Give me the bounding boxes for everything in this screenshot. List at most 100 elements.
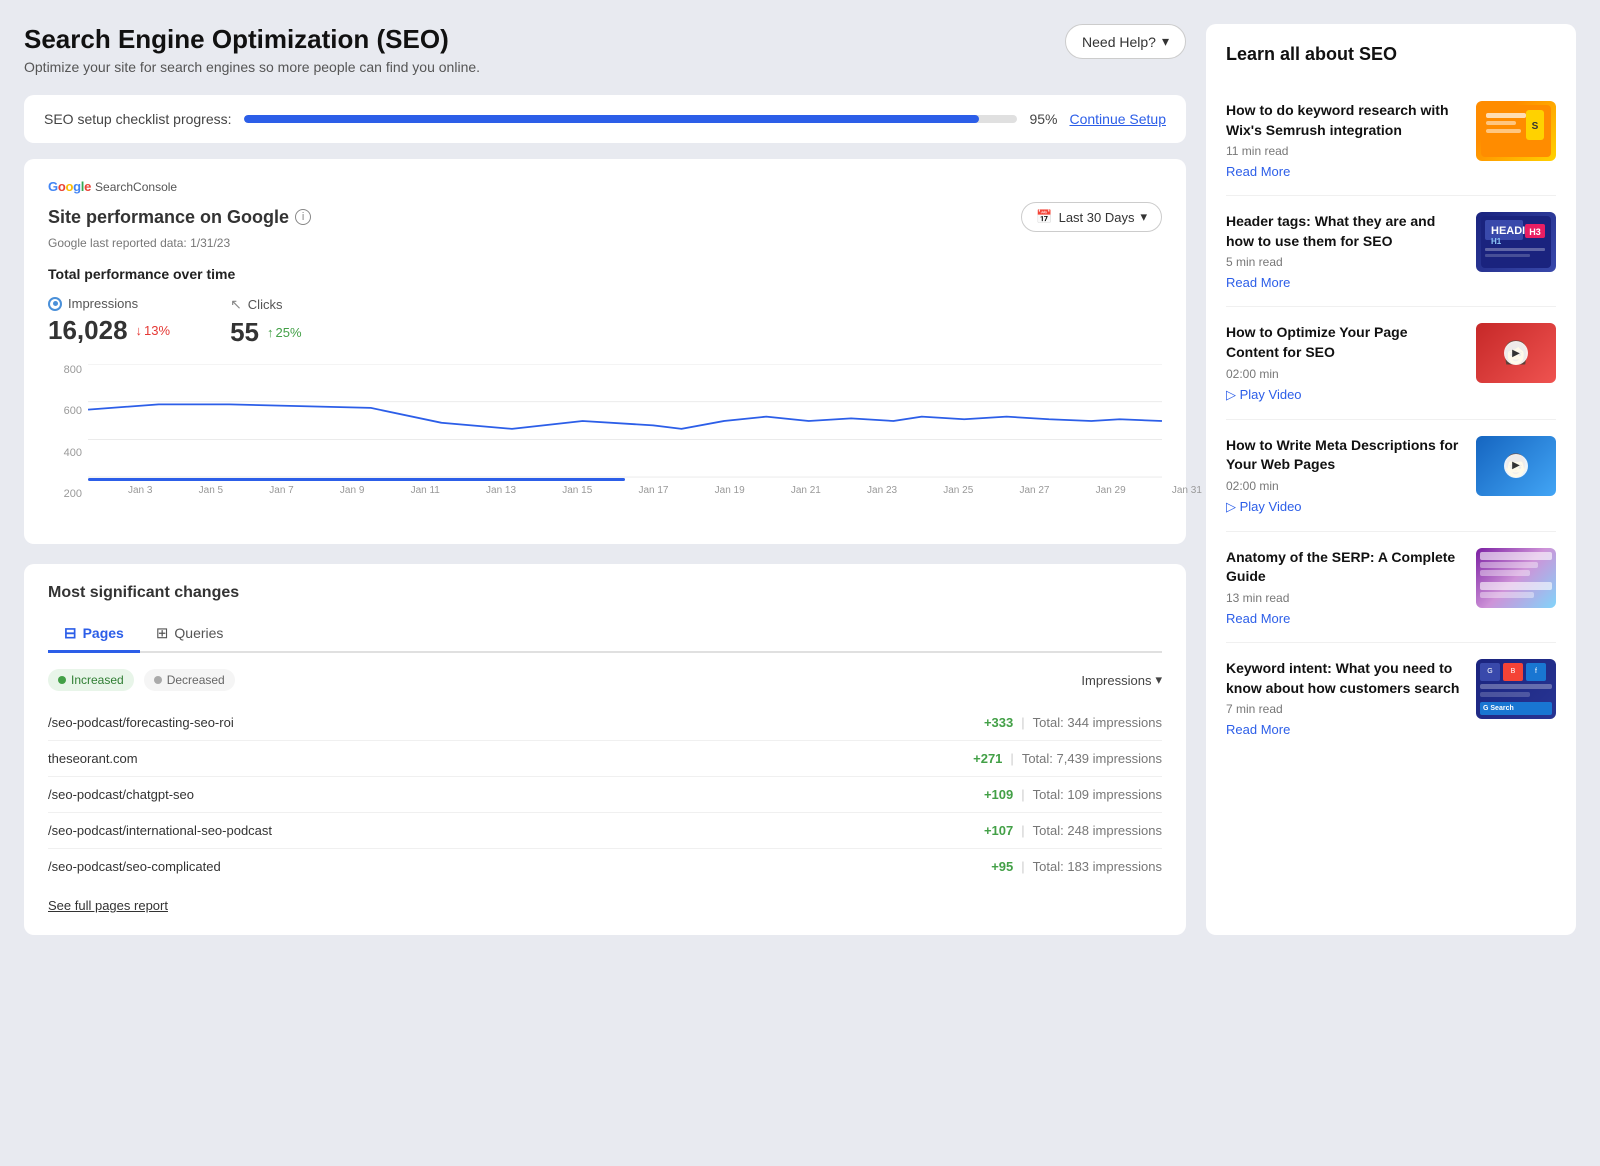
row-stats: +107 | Total: 248 impressions — [984, 823, 1162, 838]
learn-item-4: Anatomy of the SERP: A Complete Guide 13… — [1226, 532, 1556, 643]
pages-tab-icon: ⊟ — [64, 624, 77, 642]
changes-title: Most significant changes — [48, 584, 1162, 602]
row-url: /seo-podcast/international-seo-podcast — [48, 823, 272, 838]
chevron-down-icon: ▾ — [1162, 33, 1169, 50]
row-url: /seo-podcast/seo-complicated — [48, 859, 221, 874]
increased-dot — [58, 676, 66, 684]
chevron-down-icon: ▾ — [1155, 672, 1162, 688]
page-header: Search Engine Optimization (SEO) Optimiz… — [24, 24, 1186, 75]
tab-queries[interactable]: ⊞ Queries — [140, 616, 240, 653]
clicks-label: ↖ Clicks — [230, 296, 301, 313]
learn-item-0: How to do keyword research with Wix's Se… — [1226, 85, 1556, 196]
table-row: theseorant.com +271 | Total: 7,439 impre… — [48, 741, 1162, 777]
progress-card: SEO setup checklist progress: 95% Contin… — [24, 95, 1186, 143]
row-stats: +271 | Total: 7,439 impressions — [973, 751, 1162, 766]
row-stats: +109 | Total: 109 impressions — [984, 787, 1162, 802]
date-filter-button[interactable]: 📅 Last 30 Days ▾ — [1021, 202, 1162, 232]
data-table: /seo-podcast/forecasting-seo-roi +333 | … — [48, 705, 1162, 884]
impressions-filter[interactable]: Impressions ▾ — [1081, 672, 1162, 688]
learn-item-content-3: How to Write Meta Descriptions for Your … — [1226, 436, 1462, 515]
play-icon-2: ▶ — [1504, 341, 1528, 365]
impressions-label: Impressions — [48, 296, 170, 311]
sidebar: Learn all about SEO How to do keyword re… — [1206, 24, 1576, 935]
perf-card-header: Site performance on Google i 📅 Last 30 D… — [48, 202, 1162, 232]
svg-text:S: S — [1532, 121, 1539, 132]
learn-item-meta-1: 5 min read — [1226, 255, 1462, 269]
learn-item-link-5[interactable]: Read More — [1226, 722, 1462, 737]
learn-item-meta-5: 7 min read — [1226, 702, 1462, 716]
see-full-report-link[interactable]: See full pages report — [48, 898, 168, 913]
row-url: /seo-podcast/chatgpt-seo — [48, 787, 194, 802]
impressions-value: 16,028 ↓ 13% — [48, 315, 170, 346]
performance-card: Google SearchConsole Site performance on… — [24, 159, 1186, 544]
learn-item-thumb-2: 👩 ▶ — [1476, 323, 1556, 383]
changes-card: Most significant changes ⊟ Pages ⊞ Queri… — [24, 564, 1186, 935]
table-row: /seo-podcast/forecasting-seo-roi +333 | … — [48, 705, 1162, 741]
continue-setup-link[interactable]: Continue Setup — [1069, 111, 1166, 127]
clicks-metric: ↖ Clicks 55 ↑ 25% — [230, 296, 301, 348]
learn-item-thumb-5: G B f G Search — [1476, 659, 1556, 719]
tab-pages-label: Pages — [83, 625, 124, 641]
progress-bar-wrap — [244, 115, 1018, 123]
learn-item-meta-2: 02:00 min — [1226, 367, 1462, 381]
chart-title: Total performance over time — [48, 266, 1162, 282]
learn-item-title-3: How to Write Meta Descriptions for Your … — [1226, 436, 1462, 475]
learn-item-link-2[interactable]: ▷ Play Video — [1226, 387, 1462, 403]
date-filter-label: Last 30 Days — [1059, 210, 1135, 225]
learn-item-content-1: Header tags: What they are and how to us… — [1226, 212, 1462, 290]
learn-item-thumb-3: 👨 ▶ — [1476, 436, 1556, 496]
decreased-dot — [154, 676, 162, 684]
learn-item-2: How to Optimize Your Page Content for SE… — [1226, 307, 1556, 419]
learn-item-thumb-4 — [1476, 548, 1556, 608]
learn-item-meta-3: 02:00 min — [1226, 479, 1462, 493]
tabs-row: ⊟ Pages ⊞ Queries — [48, 616, 1162, 653]
sidebar-title: Learn all about SEO — [1226, 44, 1556, 65]
learn-item-link-1[interactable]: Read More — [1226, 275, 1462, 290]
need-help-button[interactable]: Need Help? ▾ — [1065, 24, 1186, 59]
badge-decreased: Decreased — [144, 669, 235, 691]
queries-tab-icon: ⊞ — [156, 624, 169, 642]
x-axis: Jan 3 Jan 5 Jan 7 Jan 9 Jan 11 Jan 13 Ja… — [128, 485, 1202, 496]
svg-text:H3: H3 — [1529, 227, 1541, 237]
learn-item-meta-0: 11 min read — [1226, 144, 1462, 158]
learn-item-5: Keyword intent: What you need to know ab… — [1226, 643, 1556, 753]
play-icon-3: ▶ — [1504, 454, 1528, 478]
performance-title: Site performance on Google — [48, 207, 289, 228]
thumb-content-0: S — [1476, 101, 1556, 161]
page-title: Search Engine Optimization (SEO) — [24, 24, 480, 55]
impressions-change: ↓ 13% — [136, 323, 171, 338]
learn-item-3: How to Write Meta Descriptions for Your … — [1226, 420, 1556, 532]
table-row: /seo-podcast/chatgpt-seo +109 | Total: 1… — [48, 777, 1162, 813]
cursor-icon: ↖ — [230, 296, 242, 313]
info-icon[interactable]: i — [295, 209, 311, 225]
row-stats: +333 | Total: 344 impressions — [984, 715, 1162, 730]
google-logo: Google SearchConsole — [48, 179, 1162, 194]
chart-grid: Jan 3 Jan 5 Jan 7 Jan 9 Jan 11 Jan 13 Ja… — [88, 364, 1162, 500]
learn-item-meta-4: 13 min read — [1226, 591, 1462, 605]
learn-item-content-0: How to do keyword research with Wix's Se… — [1226, 101, 1462, 179]
table-row: /seo-podcast/seo-complicated +95 | Total… — [48, 849, 1162, 884]
y-axis: 800 600 400 200 — [48, 364, 88, 500]
learn-item-thumb-1: HEADING H1 H3 — [1476, 212, 1556, 272]
impressions-icon — [48, 297, 62, 311]
learn-item-link-0[interactable]: Read More — [1226, 164, 1462, 179]
row-stats: +95 | Total: 183 impressions — [991, 859, 1162, 874]
learn-item-title-4: Anatomy of the SERP: A Complete Guide — [1226, 548, 1462, 587]
chevron-down-icon: ▾ — [1140, 209, 1147, 225]
learn-item-thumb-0: S — [1476, 101, 1556, 161]
impressions-metric: Impressions 16,028 ↓ 13% — [48, 296, 170, 348]
learn-item-link-3[interactable]: ▷ Play Video — [1226, 499, 1462, 515]
page-subtitle: Optimize your site for search engines so… — [24, 59, 480, 75]
tab-pages[interactable]: ⊟ Pages — [48, 616, 140, 653]
progress-pct: 95% — [1029, 111, 1057, 127]
learn-item-content-2: How to Optimize Your Page Content for SE… — [1226, 323, 1462, 402]
svg-text:H1: H1 — [1491, 237, 1502, 246]
progress-bar-fill — [244, 115, 979, 123]
clicks-change: ↑ 25% — [267, 325, 302, 340]
row-url: theseorant.com — [48, 751, 138, 766]
learn-item-link-4[interactable]: Read More — [1226, 611, 1462, 626]
row-url: /seo-podcast/forecasting-seo-roi — [48, 715, 234, 730]
table-row: /seo-podcast/international-seo-podcast +… — [48, 813, 1162, 849]
need-help-label: Need Help? — [1082, 34, 1156, 50]
learn-item-content-4: Anatomy of the SERP: A Complete Guide 13… — [1226, 548, 1462, 626]
